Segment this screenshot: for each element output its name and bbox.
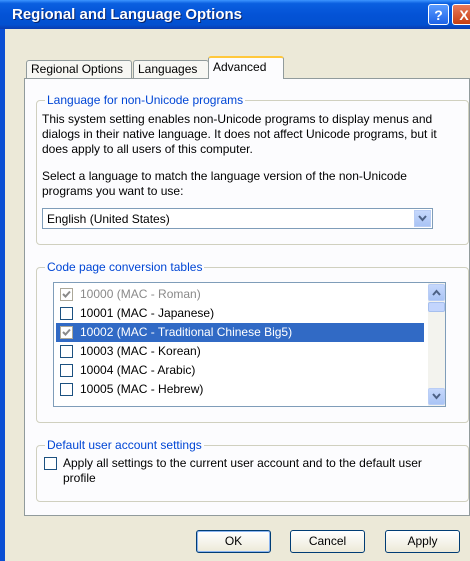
language-select[interactable]: English (United States): [42, 208, 433, 229]
close-icon: X: [459, 7, 469, 23]
list-item-label: 10005 (MAC - Hebrew): [80, 382, 204, 396]
checkmark-icon: [62, 290, 71, 298]
language-select-value: English (United States): [47, 212, 170, 226]
close-button[interactable]: X: [452, 4, 470, 25]
scroll-thumb[interactable]: [428, 302, 445, 312]
code-page-list[interactable]: 10000 (MAC - Roman) 10001 (MAC - Japanes…: [53, 282, 446, 407]
list-item[interactable]: 10004 (MAC - Arabic): [56, 361, 424, 380]
cancel-button[interactable]: Cancel: [290, 530, 365, 553]
checkbox[interactable]: [60, 383, 73, 396]
checkmark-icon: [62, 328, 71, 336]
checkbox[interactable]: [60, 345, 73, 358]
window-title: Regional and Language Options: [12, 6, 243, 23]
list-item[interactable]: 10005 (MAC - Hebrew): [56, 380, 424, 399]
chevron-down-icon: [432, 393, 441, 400]
list-item-label: 10000 (MAC - Roman): [80, 287, 201, 301]
list-item[interactable]: 10001 (MAC - Japanese): [56, 304, 424, 323]
tab-label: Advanced: [213, 60, 267, 74]
list-item[interactable]: 10000 (MAC - Roman): [56, 285, 424, 304]
checkbox[interactable]: [60, 326, 73, 339]
apply-button[interactable]: Apply: [385, 530, 460, 553]
checkbox[interactable]: [60, 364, 73, 377]
default-user-group: Default user account settings Apply all …: [36, 438, 469, 502]
dropdown-button[interactable]: [414, 210, 431, 227]
dialog-window: Regional and Language Options ? X Region…: [0, 0, 470, 561]
tab-label: Regional Options: [31, 62, 124, 76]
non-unicode-description: This system setting enables non-Unicode …: [42, 112, 437, 156]
non-unicode-instruction: Select a language to match the language …: [42, 169, 407, 198]
tab-advanced[interactable]: Advanced: [208, 56, 284, 79]
title-bar[interactable]: Regional and Language Options ? X: [0, 0, 470, 29]
list-item-label: 10003 (MAC - Korean): [80, 344, 201, 358]
checkbox[interactable]: [60, 307, 73, 320]
ok-button[interactable]: OK: [196, 530, 271, 553]
list-item[interactable]: 10002 (MAC - Traditional Chinese Big5): [56, 323, 424, 342]
list-item[interactable]: 10003 (MAC - Korean): [56, 342, 424, 361]
scroll-down-button[interactable]: [428, 388, 445, 405]
code-page-group: Code page conversion tables 10000 (MAC -…: [36, 260, 469, 423]
list-item-label: 10001 (MAC - Japanese): [80, 306, 215, 320]
vertical-scrollbar[interactable]: [428, 283, 445, 406]
checkbox[interactable]: [60, 288, 73, 301]
window-border: [0, 29, 5, 561]
chevron-down-icon: [418, 215, 427, 222]
non-unicode-group: Language for non-Unicode programs This s…: [36, 93, 469, 245]
group-legend: Language for non-Unicode programs: [45, 93, 246, 107]
list-item-label: 10004 (MAC - Arabic): [80, 363, 196, 377]
apply-default-user-label[interactable]: Apply all settings to the current user a…: [63, 456, 453, 486]
tab-regional-options[interactable]: Regional Options: [26, 60, 132, 78]
help-icon: ?: [434, 7, 443, 23]
scroll-up-button[interactable]: [428, 284, 445, 301]
group-legend: Default user account settings: [45, 438, 204, 452]
help-button[interactable]: ?: [428, 4, 449, 25]
tab-panel-advanced: Language for non-Unicode programs This s…: [24, 78, 470, 516]
list-item-label: 10002 (MAC - Traditional Chinese Big5): [80, 325, 293, 339]
apply-default-user-checkbox[interactable]: [44, 457, 57, 470]
tab-label: Languages: [138, 62, 198, 76]
tab-languages[interactable]: Languages: [133, 60, 209, 78]
chevron-up-icon: [432, 289, 441, 296]
group-legend: Code page conversion tables: [45, 260, 205, 274]
